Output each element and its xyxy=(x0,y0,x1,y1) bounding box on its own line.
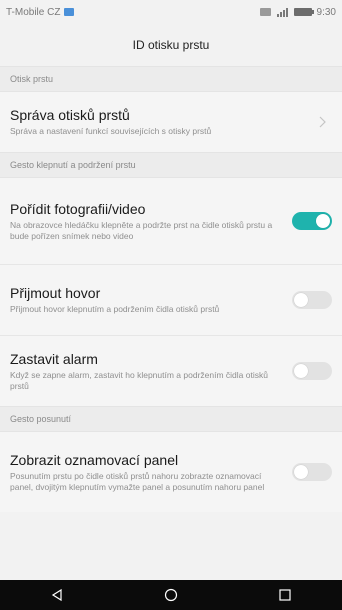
battery-icon xyxy=(293,8,314,16)
carrier-icon xyxy=(64,8,75,16)
status-bar: T-Mobile CZ 9:30 xyxy=(0,0,342,24)
take-photo-toggle[interactable] xyxy=(292,212,332,230)
row-title: Zobrazit oznamovací panel xyxy=(10,451,179,468)
row-title: Přijmout hovor xyxy=(10,285,101,301)
page-title-bar: ID otisku prstu xyxy=(0,24,342,66)
row-title: Zastavit alarm xyxy=(10,350,98,367)
recents-icon[interactable] xyxy=(273,583,297,607)
section-label: Gesto klepnutí a podržení prstu xyxy=(10,160,136,170)
row-text: Zastavit alarm Když se zapne alarm, zast… xyxy=(10,351,292,392)
toggle-knob xyxy=(294,293,308,307)
answer-call-toggle[interactable] xyxy=(292,291,332,309)
settings-item-answer-call[interactable]: Přijmout hovor Přijmout hovor klepnutím … xyxy=(0,264,342,335)
back-icon[interactable] xyxy=(45,583,69,607)
section-label: Gesto posunutí xyxy=(10,414,72,424)
row-text: Zobrazit oznamovací panel Posunutím prst… xyxy=(10,452,292,493)
toggle-knob xyxy=(316,214,330,228)
status-time: 9:30 xyxy=(316,6,336,18)
signal-icon xyxy=(276,7,288,17)
toggle-knob xyxy=(294,465,308,479)
row-title: Správa otisků prstů xyxy=(10,107,130,123)
carrier-name: T-Mobile CZ xyxy=(6,6,61,18)
page-title: ID otisku prstu xyxy=(132,38,210,52)
settings-item-take-photo[interactable]: Pořídit fotografii/video Na obrazovce hl… xyxy=(0,178,342,264)
home-icon[interactable] xyxy=(159,583,183,607)
stop-alarm-toggle[interactable] xyxy=(292,362,332,380)
status-right: 9:30 xyxy=(259,6,336,18)
toggle-knob xyxy=(294,364,308,378)
settings-item-manage-fingerprints[interactable]: Správa otisků prstů Správa a nastavení f… xyxy=(0,92,342,152)
row-text: Přijmout hovor Přijmout hovor klepnutím … xyxy=(10,285,292,315)
section-header-swipe: Gesto posunutí xyxy=(0,406,342,432)
status-left: T-Mobile CZ xyxy=(6,6,75,18)
settings-item-show-notification-panel[interactable]: Zobrazit oznamovací panel Posunutím prst… xyxy=(0,432,342,512)
section-header-fingerprint: Otisk prstu xyxy=(0,66,342,92)
notification-panel-toggle[interactable] xyxy=(292,463,332,481)
navigation-bar xyxy=(0,580,342,610)
row-text: Pořídit fotografii/video Na obrazovce hl… xyxy=(10,201,292,242)
notification-icon xyxy=(259,8,271,16)
section-label: Otisk prstu xyxy=(10,74,54,84)
section-header-tap-hold: Gesto klepnutí a podržení prstu xyxy=(0,152,342,178)
row-text: Správa otisků prstů Správa a nastavení f… xyxy=(10,107,312,137)
row-description: Posunutím prstu po čidle otisků prstů na… xyxy=(10,470,265,492)
row-description: Když se zapne alarm, zastavit ho klepnut… xyxy=(10,369,268,391)
row-description: Na obrazovce hledáčku klepněte a podržte… xyxy=(10,219,273,241)
settings-item-stop-alarm[interactable]: Zastavit alarm Když se zapne alarm, zast… xyxy=(0,335,342,406)
row-title: Pořídit fotografii/video xyxy=(10,200,146,217)
row-description: Přijmout hovor klepnutím a podržením čid… xyxy=(10,304,220,314)
chevron-right-icon xyxy=(312,116,332,128)
row-description: Správa a nastavení funkcí souvisejících … xyxy=(10,126,212,136)
